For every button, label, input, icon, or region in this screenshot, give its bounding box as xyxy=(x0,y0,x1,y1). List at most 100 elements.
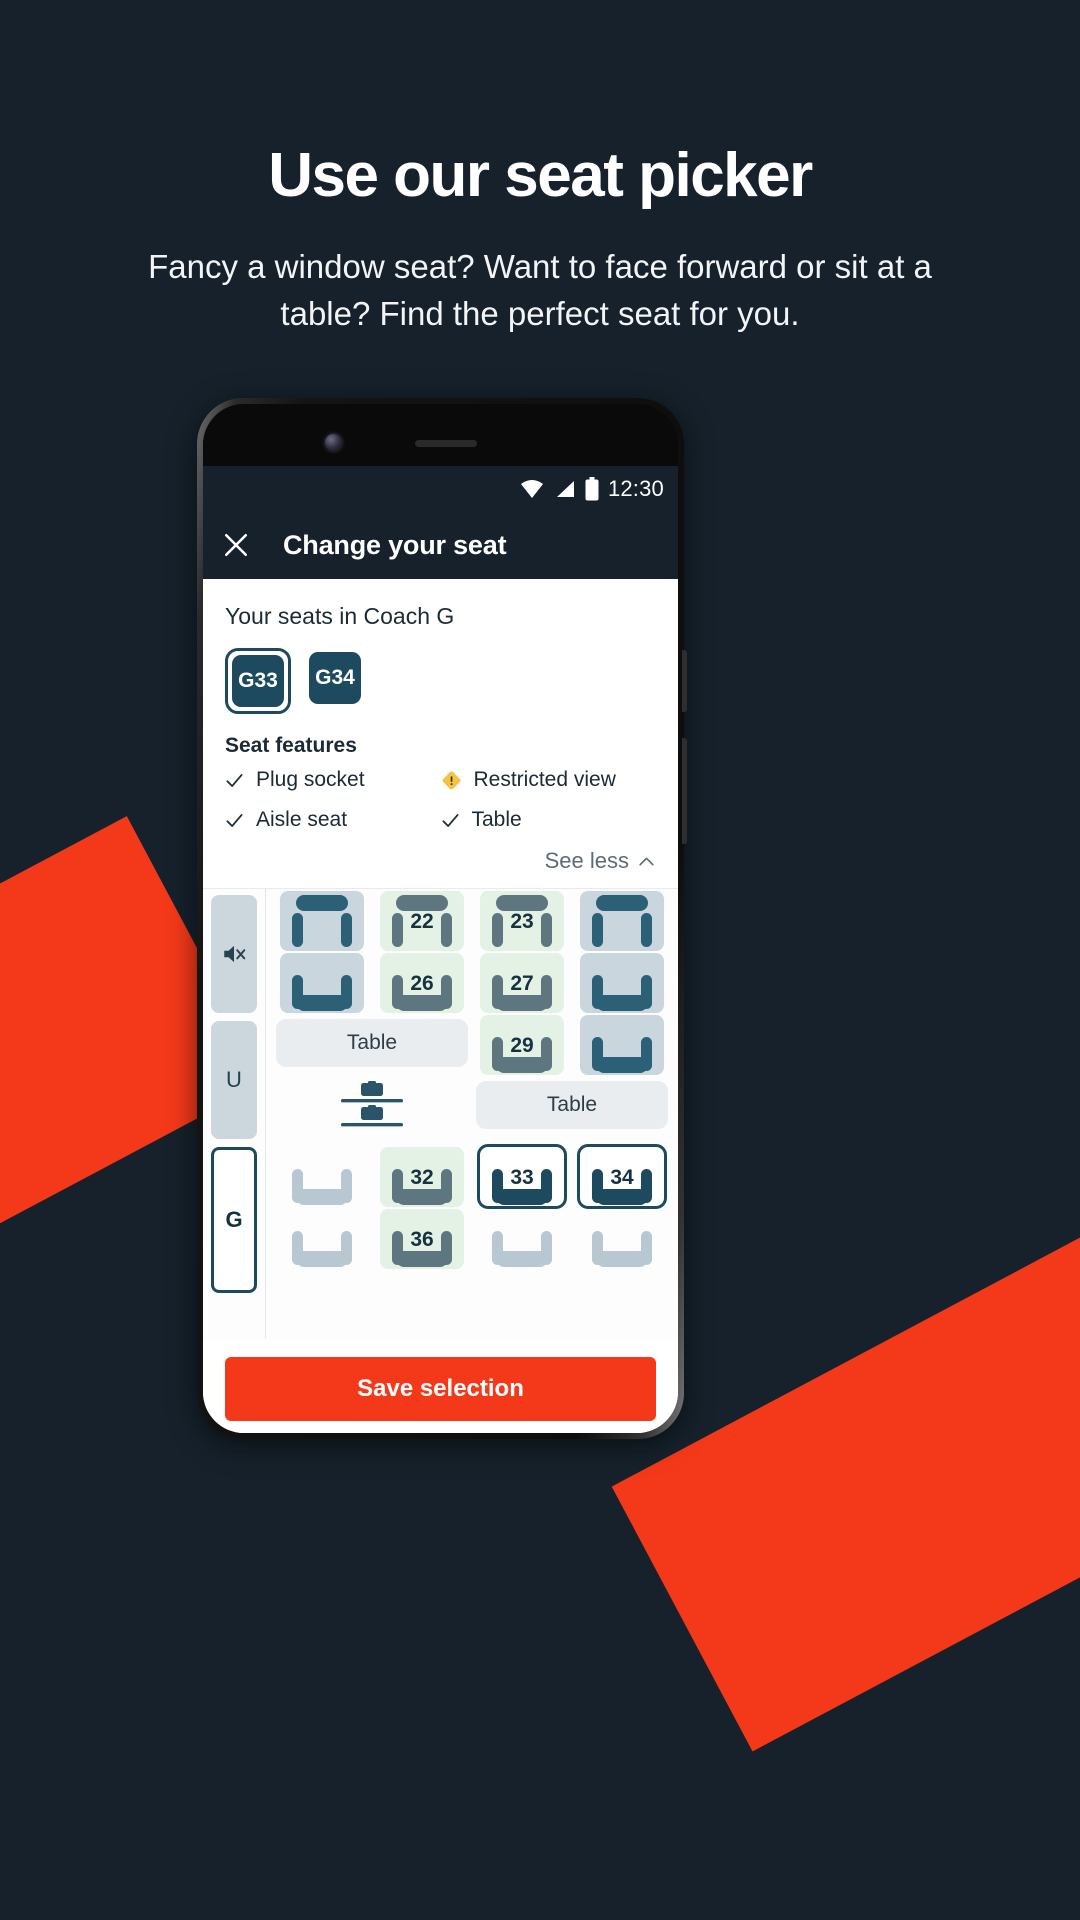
seat-number: 36 xyxy=(410,1228,434,1251)
seat-number: 27 xyxy=(510,972,534,995)
seat-shape-icon: 33 xyxy=(490,1149,554,1207)
table-label: Table xyxy=(476,1081,668,1129)
coach-rail[interactable]: UG xyxy=(203,889,265,1339)
seat-unlabelled[interactable] xyxy=(276,1207,368,1269)
seat-number: 23 xyxy=(510,910,534,933)
seat-features-list: Plug socket Restricted view Aisle seat T… xyxy=(225,768,656,832)
phone-mockup: 12:30 Change your seat Your seats in Coa… xyxy=(197,398,687,1439)
seat-29[interactable]: 29 xyxy=(476,1013,568,1075)
feature-label: Plug socket xyxy=(256,768,365,791)
front-camera-icon xyxy=(325,434,342,451)
app-header: Change your seat xyxy=(203,511,678,579)
close-icon[interactable] xyxy=(223,532,249,558)
check-icon xyxy=(226,773,243,787)
seat-shape-icon: 26 xyxy=(390,955,454,1013)
seat-shape-icon: 32 xyxy=(390,1149,454,1207)
check-icon xyxy=(442,813,458,827)
seat-shape-icon xyxy=(290,893,354,951)
seat-shape-icon xyxy=(290,1211,354,1269)
check-icon xyxy=(226,813,243,827)
seat-shape-icon: 29 xyxy=(490,1017,554,1075)
seat-number: 32 xyxy=(410,1166,434,1189)
phone-screen-container: 12:30 Change your seat Your seats in Coa… xyxy=(203,404,678,1433)
seat-chip-label: G34 xyxy=(309,652,361,704)
app-screen: 12:30 Change your seat Your seats in Coa… xyxy=(203,466,678,1433)
quiet-coach-icon xyxy=(224,945,246,963)
seat-shape-icon: 23 xyxy=(490,893,554,951)
seat-shape-icon xyxy=(590,1017,654,1075)
page-title: Use our seat picker xyxy=(268,141,813,210)
seat-unlabelled[interactable] xyxy=(576,1207,668,1269)
seat-shape-icon: 22 xyxy=(390,893,454,951)
seat-chip-label: G33 xyxy=(232,655,284,707)
seat-chip-g34[interactable]: G34 xyxy=(305,648,365,714)
seat-number: 33 xyxy=(510,1166,534,1189)
cellular-signal-icon xyxy=(556,480,574,497)
feature-restricted-view: Restricted view xyxy=(441,768,657,792)
seat-23[interactable]: 23 xyxy=(476,889,568,951)
seat-shape-icon: 27 xyxy=(490,955,554,1013)
battery-icon xyxy=(585,476,599,500)
seat-shape-icon xyxy=(290,1149,354,1207)
seat-32[interactable]: 32 xyxy=(376,1145,468,1207)
seat-number: 22 xyxy=(410,910,434,933)
chevron-up-icon xyxy=(639,857,654,865)
seat-unlabelled[interactable] xyxy=(276,889,368,951)
seat-34[interactable]: 34 xyxy=(576,1144,668,1209)
page-subtitle: Fancy a window seat? Want to face forwar… xyxy=(148,248,932,333)
power-button[interactable] xyxy=(682,650,687,712)
seat-unlabelled[interactable] xyxy=(576,951,668,1013)
seat-unlabelled[interactable] xyxy=(476,1207,568,1269)
seat-shape-icon: 34 xyxy=(590,1149,654,1207)
status-bar: 12:30 xyxy=(203,466,678,511)
volume-button[interactable] xyxy=(682,738,687,844)
selected-seat-chips: G33 G34 xyxy=(225,648,656,714)
seat-shape-icon xyxy=(290,955,354,1013)
coach-cell-u[interactable]: U xyxy=(211,1021,257,1139)
table-label: Table xyxy=(276,1019,468,1067)
save-selection-button[interactable]: Save selection xyxy=(225,1357,656,1421)
coach-label: G xyxy=(225,1207,243,1232)
seat-number: 34 xyxy=(610,1166,634,1189)
seat-shape-icon xyxy=(490,1211,554,1269)
save-bar: Save selection xyxy=(203,1339,678,1433)
coach-heading: Your seats in Coach G xyxy=(225,603,455,629)
seat-number: 29 xyxy=(510,1034,534,1057)
see-less-label: See less xyxy=(544,848,629,873)
seat-33[interactable]: 33 xyxy=(476,1144,568,1209)
feature-table: Table xyxy=(441,808,657,832)
luggage-rack-icon xyxy=(341,1081,403,1127)
seat-36[interactable]: 36 xyxy=(376,1207,468,1269)
feature-plug-socket: Plug socket xyxy=(225,768,441,792)
seat-unlabelled[interactable] xyxy=(276,951,368,1013)
seat-chip-g33[interactable]: G33 xyxy=(225,648,291,714)
seat-shape-icon xyxy=(590,1211,654,1269)
status-time: 12:30 xyxy=(607,475,664,501)
feature-label: Aisle seat xyxy=(256,808,348,831)
seat-shape-icon xyxy=(590,893,654,951)
see-less-toggle[interactable]: See less xyxy=(225,832,656,888)
seat-unlabelled[interactable] xyxy=(576,889,668,951)
seat-26[interactable]: 26 xyxy=(376,951,468,1013)
seat-number: 26 xyxy=(410,972,434,995)
feature-label: Restricted view xyxy=(473,768,616,791)
wifi-icon xyxy=(520,479,543,498)
app-title: Change your seat xyxy=(283,529,507,560)
warning-diamond-icon xyxy=(442,771,460,789)
seat-unlabelled[interactable] xyxy=(576,1013,668,1075)
coach-cell-g[interactable]: G xyxy=(211,1147,257,1293)
seat-map[interactable]: UG 22 23 26 27 Table 29 Table 32 33 34 36 xyxy=(203,888,678,1339)
seat-shape-icon: 36 xyxy=(390,1211,454,1269)
hero-section: Use our seat picker Fancy a window seat?… xyxy=(0,0,1080,338)
seat-grid[interactable]: 22 23 26 27 Table 29 Table 32 33 34 36 xyxy=(266,889,678,1339)
seat-22[interactable]: 22 xyxy=(376,889,468,951)
coach-cell-quiet[interactable] xyxy=(211,895,257,1013)
luggage-rack xyxy=(276,1075,468,1145)
feature-label: Table xyxy=(471,808,522,831)
seat-info-card: Your seats in Coach G G33 G34 Seat featu… xyxy=(203,579,678,888)
earpiece-speaker xyxy=(415,440,477,447)
seat-27[interactable]: 27 xyxy=(476,951,568,1013)
seat-unlabelled[interactable] xyxy=(276,1145,368,1207)
feature-aisle-seat: Aisle seat xyxy=(225,808,441,832)
phone-bezel-top xyxy=(203,404,678,466)
